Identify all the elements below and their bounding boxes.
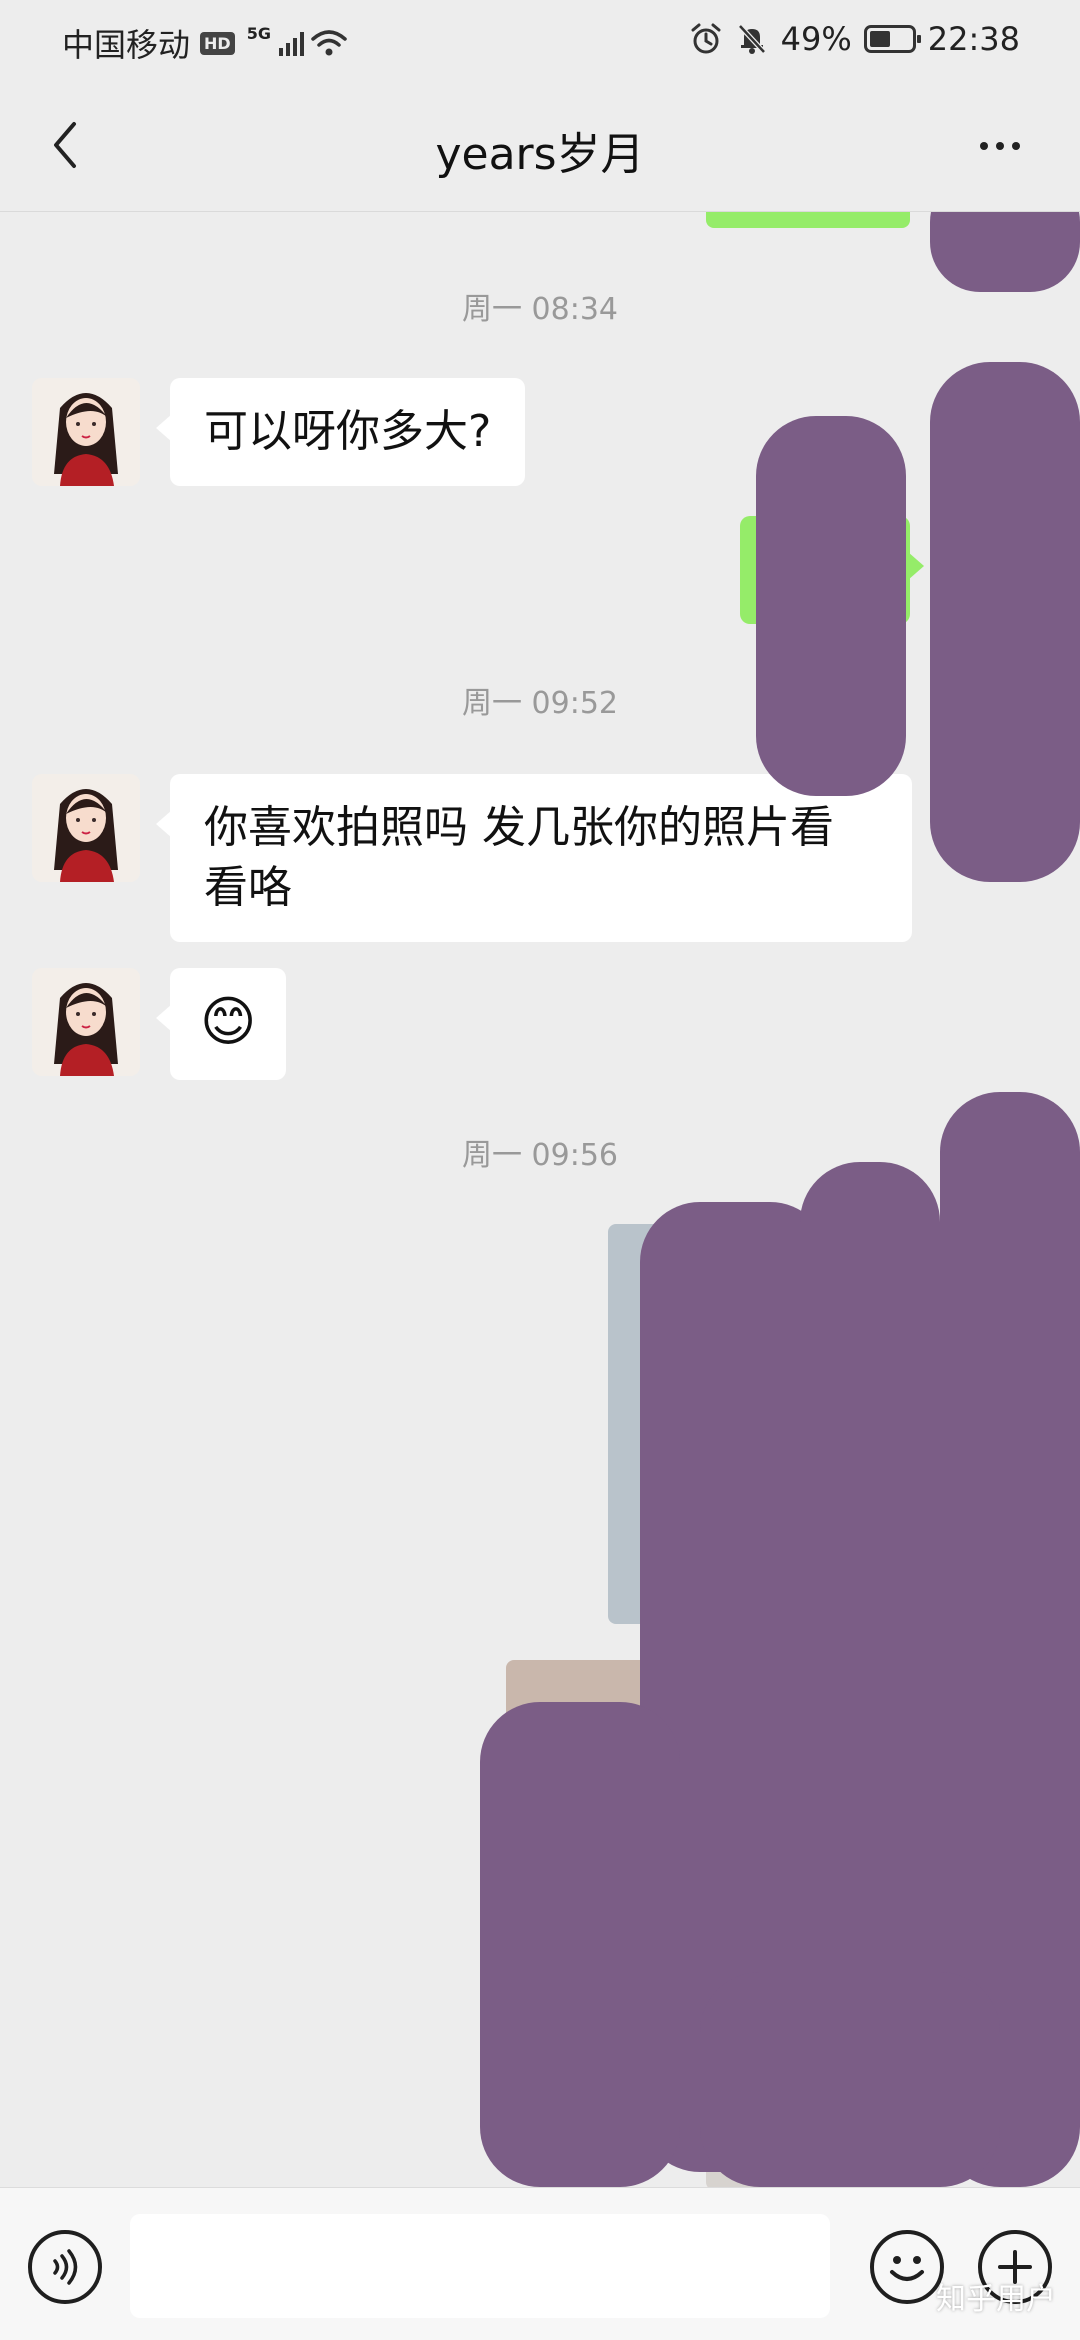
avatar-illustration <box>32 968 140 1076</box>
voice-icon <box>53 2249 78 2285</box>
status-bar: 中国移动 HD 5G 49% 22:38 <box>0 0 1080 80</box>
input-bar <box>0 2187 1080 2340</box>
status-left: 中国移动 HD 5G <box>62 20 348 66</box>
avatar[interactable] <box>32 968 140 1076</box>
incoming-emoji-bubble[interactable]: 😊 <box>155 968 287 1080</box>
incoming-message-bubble[interactable]: 可以呀你多大? <box>155 378 526 486</box>
timestamp: 周一 08:34 <box>462 292 618 327</box>
message-text: 你喜欢拍照吗 发几张你的照片看 <box>204 802 834 853</box>
wifi-icon <box>311 30 347 56</box>
timestamp: 周一 09:52 <box>462 686 618 721</box>
chat-title: years岁月 <box>435 129 645 180</box>
avatar-illustration <box>32 378 140 486</box>
clock: 22:38 <box>927 20 1020 58</box>
network-type: 5G <box>246 23 271 43</box>
message-text: 可以呀你多大? <box>204 406 492 457</box>
message-text: 看咯 <box>204 862 292 913</box>
status-right: 49% 22:38 <box>689 20 1020 58</box>
nav-bar: years岁月 <box>0 80 1080 212</box>
chat-area[interactable]: 周一 08:34 可以呀你多大? 周一 09:52 你喜欢拍照吗 发几张你的照片… <box>0 212 1080 2187</box>
signal-icon <box>278 30 304 56</box>
smile-emoji: 😊 <box>200 990 257 1053</box>
battery-icon <box>863 25 921 53</box>
incoming-message-bubble[interactable]: 你喜欢拍照吗 发几张你的照片看 看咯 <box>156 774 912 942</box>
mute-bell-icon <box>737 24 766 54</box>
avatar[interactable] <box>32 774 140 882</box>
more-button[interactable] <box>960 126 1040 166</box>
message-input[interactable] <box>130 2214 830 2318</box>
avatar[interactable] <box>32 378 140 486</box>
avatar-illustration <box>32 774 140 882</box>
alarm-icon <box>691 23 721 54</box>
voice-button[interactable] <box>28 2230 102 2304</box>
timestamp: 周一 09:56 <box>462 1138 618 1173</box>
emoji-icon <box>890 2256 924 2281</box>
previous-outgoing-bubble[interactable] <box>706 212 910 228</box>
emoji-button[interactable] <box>870 2230 944 2304</box>
battery-percent: 49% <box>780 20 852 58</box>
carrier-label: 中国移动 <box>62 26 191 64</box>
hd-badge: HD <box>200 31 235 55</box>
more-dots-icon <box>980 142 988 150</box>
watermark: 知乎用户 <box>936 2282 1056 2317</box>
